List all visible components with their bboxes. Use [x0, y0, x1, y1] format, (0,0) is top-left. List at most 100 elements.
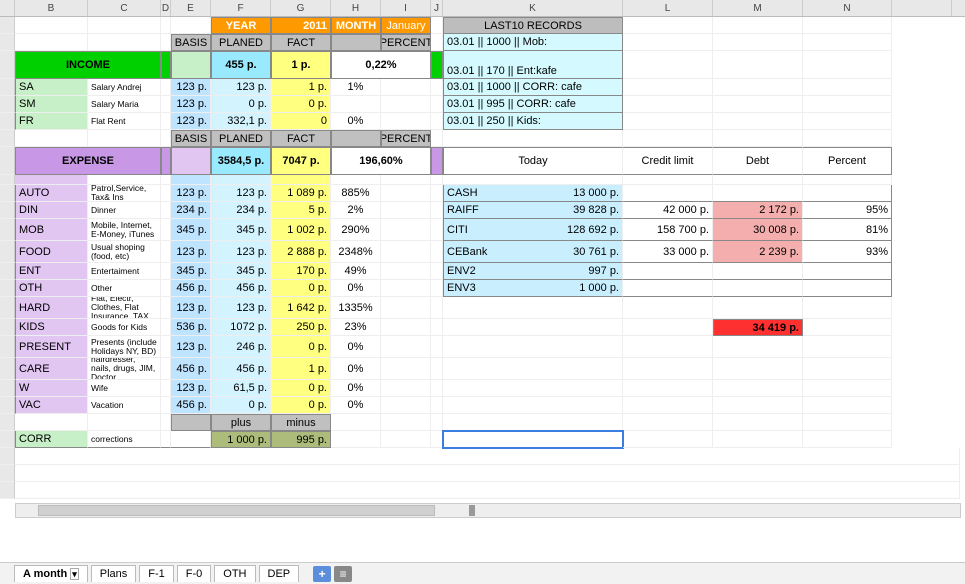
expense-pct[interactable]: 0% [331, 280, 381, 297]
income-plan[interactable]: 0 p. [211, 96, 271, 113]
planed-header[interactable]: PLANED [211, 34, 271, 51]
expense-basis[interactable]: 536 p. [171, 319, 211, 336]
cell[interactable] [15, 175, 88, 185]
cell[interactable] [623, 319, 713, 336]
cell[interactable] [431, 241, 443, 263]
col-hdr-M[interactable]: M [713, 0, 803, 16]
expense-pct[interactable]: 0% [331, 380, 381, 397]
month-value[interactable]: January [381, 17, 431, 34]
expense-pct[interactable]: 0% [331, 397, 381, 414]
row-number[interactable] [0, 448, 15, 465]
expense-desc[interactable]: Flat, Electr, Clothes, Flat Insurance, T… [88, 297, 161, 319]
acc-credit[interactable] [623, 280, 713, 297]
row-number[interactable] [0, 358, 15, 380]
cell[interactable] [713, 79, 803, 96]
acc-debt[interactable] [713, 263, 803, 280]
cell[interactable] [431, 17, 443, 34]
expense-plan[interactable]: 61,5 p. [211, 380, 271, 397]
cell[interactable] [713, 34, 803, 51]
expense-pct[interactable]: 196,60% [331, 147, 431, 175]
expense-code[interactable]: MOB [15, 219, 88, 241]
acc-pct[interactable]: 93% [803, 241, 892, 263]
cell[interactable] [431, 280, 443, 297]
cell[interactable] [431, 147, 443, 175]
income-planed[interactable]: 455 p. [211, 51, 271, 79]
expense-plan[interactable]: 123 p. [211, 297, 271, 319]
col-hdr-J[interactable]: J [431, 0, 443, 16]
expense-desc[interactable]: Other [88, 280, 161, 297]
cell[interactable] [623, 79, 713, 96]
cell[interactable] [381, 297, 431, 319]
cell[interactable] [443, 175, 623, 185]
expense-basis[interactable]: 456 p. [171, 358, 211, 380]
expense-code[interactable]: AUTO [15, 185, 88, 202]
cell[interactable] [381, 380, 431, 397]
cell[interactable] [623, 414, 713, 431]
col-hdr-blank[interactable] [892, 0, 952, 16]
acc-hdr-debt[interactable]: Debt [713, 147, 803, 175]
cell[interactable] [443, 380, 623, 397]
col-hdr-I[interactable]: I [381, 0, 431, 16]
expense-fact[interactable]: 250 p. [271, 319, 331, 336]
cell[interactable] [161, 130, 171, 147]
expense-desc[interactable]: Presents (include Holidays NY, BD) [88, 336, 161, 358]
cell[interactable] [431, 219, 443, 241]
expense-fact[interactable]: 2 888 p. [271, 241, 331, 263]
expense-pct[interactable]: 0% [331, 358, 381, 380]
row-number[interactable] [0, 113, 15, 130]
row-number[interactable] [0, 17, 15, 34]
acc-hdr-credit[interactable]: Credit limit [623, 147, 713, 175]
expense-plan[interactable]: 123 p. [211, 185, 271, 202]
cell[interactable] [381, 280, 431, 297]
col-hdr-D[interactable]: D [161, 0, 171, 16]
expense-pct[interactable]: 23% [331, 319, 381, 336]
cell[interactable] [431, 79, 443, 96]
cell[interactable] [381, 358, 431, 380]
percent-header[interactable]: PERCENT [381, 130, 431, 147]
cell[interactable] [803, 297, 892, 319]
row-number[interactable] [0, 202, 15, 219]
acc-pct[interactable]: 81% [803, 219, 892, 241]
acc-pct[interactable]: 95% [803, 202, 892, 219]
corr-code[interactable]: CORR [15, 431, 88, 448]
income-desc[interactable]: Flat Rent [88, 113, 161, 130]
cell[interactable] [431, 319, 443, 336]
expense-code[interactable]: FOOD [15, 241, 88, 263]
cell[interactable] [171, 51, 211, 79]
col-hdr-L[interactable]: L [623, 0, 713, 16]
cell[interactable] [381, 397, 431, 414]
expense-code[interactable]: DIN [15, 202, 88, 219]
cell[interactable] [623, 358, 713, 380]
expense-code[interactable]: PRESENT [15, 336, 88, 358]
cell[interactable] [803, 51, 892, 79]
cell[interactable] [623, 34, 713, 51]
expense-basis[interactable]: 456 p. [171, 397, 211, 414]
expense-fact[interactable]: 1 089 p. [271, 185, 331, 202]
expense-fact[interactable]: 170 p. [271, 263, 331, 280]
expense-title[interactable]: EXPENSE [15, 147, 161, 175]
expense-code[interactable]: HARD [15, 297, 88, 319]
income-plan[interactable]: 123 p. [211, 79, 271, 96]
cell[interactable] [331, 130, 381, 147]
expense-code[interactable]: KIDS [15, 319, 88, 336]
cell[interactable] [431, 34, 443, 51]
tab-dep[interactable]: DEP [259, 565, 300, 582]
cell[interactable] [443, 414, 623, 431]
acc-name[interactable]: ENV2997 p. [443, 263, 623, 280]
income-fact-val[interactable]: 0 p. [271, 96, 331, 113]
cell[interactable] [161, 147, 171, 175]
cell[interactable] [623, 96, 713, 113]
cell[interactable] [88, 17, 161, 34]
acc-debt[interactable]: 2 239 p. [713, 241, 803, 263]
last10-row[interactable]: 03.01 || 995 || CORR: cafe [443, 96, 623, 113]
row-number[interactable] [0, 397, 15, 414]
cell[interactable] [803, 34, 892, 51]
dropdown-icon[interactable]: ▾ [70, 568, 79, 580]
tab-a-month[interactable]: A month▾ [14, 565, 88, 582]
cell[interactable] [381, 96, 431, 113]
cell[interactable] [161, 358, 171, 380]
cell[interactable] [171, 147, 211, 175]
expense-basis[interactable]: 345 p. [171, 219, 211, 241]
expense-plan[interactable]: 246 p. [211, 336, 271, 358]
planed-header[interactable]: PLANED [211, 130, 271, 147]
